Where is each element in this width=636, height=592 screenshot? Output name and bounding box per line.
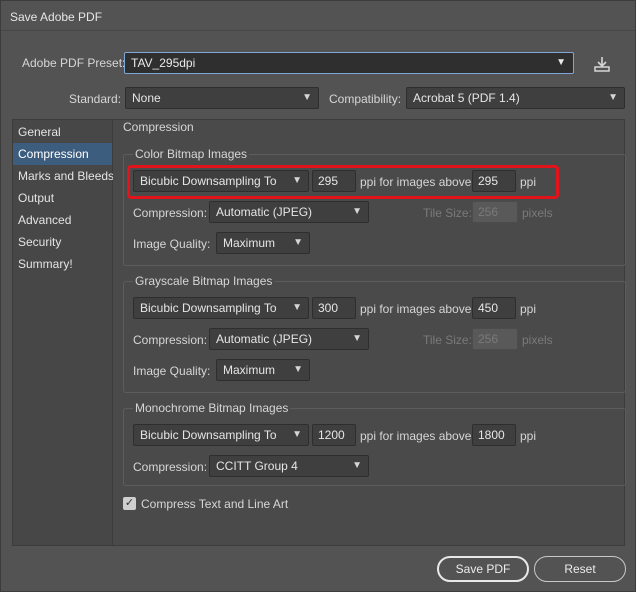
save-pdf-button[interactable]: Save PDF [437,556,529,582]
chevron-down-icon: ▼ [352,460,362,471]
gray-quality-select[interactable]: Maximum ▼ [216,359,310,381]
monochrome-bitmap-group [123,408,626,486]
color-tile-input: 256 [472,201,518,223]
chevron-down-icon: ▼ [292,429,302,440]
preset-label: Adobe PDF Preset: [22,56,126,70]
save-adobe-pdf-dialog: Save Adobe PDF Adobe PDF Preset: TAV_295… [0,0,636,592]
preset-select[interactable]: TAV_295dpi ▼ [124,52,574,74]
sidebar-item-output[interactable]: Output [13,187,112,209]
sidebar-item-summary[interactable]: Summary! [13,253,112,275]
standard-value: None [132,91,161,105]
standard-select[interactable]: None ▼ [125,87,319,109]
sidebar-item-marks-and-bleeds[interactable]: Marks and Bleeds [13,165,114,187]
gray-tile-unit: pixels [522,333,553,347]
download-icon[interactable] [593,56,611,72]
chevron-down-icon: ▼ [352,333,362,344]
mono-compression-label: Compression: [133,460,208,474]
gray-downsample-select[interactable]: Bicubic Downsampling To ▼ [133,297,309,319]
gray-tile-input: 256 [472,328,518,350]
compress-text-checkbox[interactable]: ✓ [123,497,136,510]
standard-label: Standard: [69,92,122,106]
gray-compression-value: Automatic (JPEG) [216,332,313,346]
title-bar: Save Adobe PDF [1,1,635,31]
mono-compression-select[interactable]: CCITT Group 4 ▼ [209,455,369,477]
color-tile-label: Tile Size: [423,206,472,220]
mono-downsample-value: Bicubic Downsampling To [140,428,277,442]
chevron-down-icon: ▼ [302,92,312,103]
gray-compression-label: Compression: [133,333,208,347]
sidebar: General Compression Marks and Bleeds Out… [12,119,114,546]
gray-ppi-input[interactable]: 300 [312,297,356,319]
sidebar-item-security[interactable]: Security [13,231,112,253]
chevron-down-icon: ▼ [352,206,362,217]
gray-above-input[interactable]: 450 [472,297,516,319]
color-compression-select[interactable]: Automatic (JPEG) ▼ [209,201,369,223]
compatibility-value: Acrobat 5 (PDF 1.4) [413,91,520,105]
section-title: Compression [123,120,194,134]
color-quality-label: Image Quality: [133,237,211,251]
chevron-down-icon: ▼ [292,302,302,313]
preset-value: TAV_295dpi [131,56,196,70]
chevron-down-icon: ▼ [293,364,303,375]
mono-compression-value: CCITT Group 4 [216,459,298,473]
color-tile-unit: pixels [522,206,553,220]
checkmark-icon: ✓ [124,497,135,509]
gray-quality-value: Maximum [223,363,276,377]
color-group-title: Color Bitmap Images [133,147,250,161]
mono-above-input[interactable]: 1800 [472,424,516,446]
chevron-down-icon: ▼ [556,57,566,68]
mono-ppi-label: ppi for images above [360,429,472,443]
gray-group-title: Grayscale Bitmap Images [133,274,275,288]
color-compression-label: Compression: [133,206,208,220]
gray-ppi-unit: ppi [520,302,537,316]
gray-downsample-value: Bicubic Downsampling To [140,301,277,315]
window-title: Save Adobe PDF [10,10,103,24]
highlight-box [127,165,559,199]
mono-ppi-input[interactable]: 1200 [312,424,356,446]
sidebar-item-general[interactable]: General [13,121,112,143]
compatibility-label: Compatibility: [329,92,402,106]
mono-group-title: Monochrome Bitmap Images [133,401,291,415]
compatibility-select[interactable]: Acrobat 5 (PDF 1.4) ▼ [406,87,625,109]
color-quality-value: Maximum [223,236,276,250]
gray-compression-select[interactable]: Automatic (JPEG) ▼ [209,328,369,350]
gray-tile-label: Tile Size: [423,333,472,347]
chevron-down-icon: ▼ [293,237,303,248]
mono-ppi-unit: ppi [520,429,537,443]
color-quality-select[interactable]: Maximum ▼ [216,232,310,254]
sidebar-item-compression[interactable]: Compression [13,143,112,165]
gray-quality-label: Image Quality: [133,364,211,378]
chevron-down-icon: ▼ [608,92,618,103]
sidebar-item-advanced[interactable]: Advanced [13,209,112,231]
reset-button[interactable]: Reset [534,556,626,582]
compress-text-label: Compress Text and Line Art [141,497,289,511]
color-compression-value: Automatic (JPEG) [216,205,313,219]
gray-ppi-label: ppi for images above [360,302,472,316]
mono-downsample-select[interactable]: Bicubic Downsampling To ▼ [133,424,309,446]
